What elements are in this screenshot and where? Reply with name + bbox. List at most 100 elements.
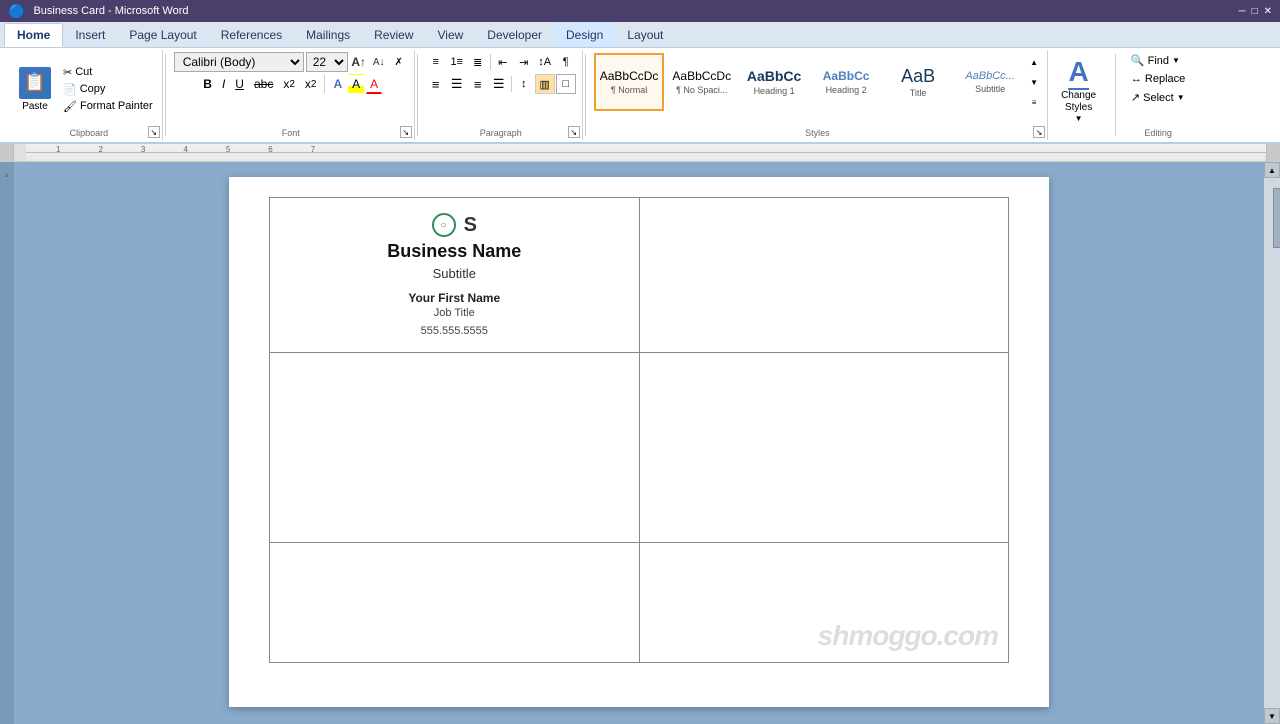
tab-design[interactable]: Design xyxy=(554,23,615,47)
tab-developer[interactable]: Developer xyxy=(475,23,554,47)
paste-button[interactable]: 📋 Paste xyxy=(10,52,60,126)
format-painter-icon: 🖌 xyxy=(63,100,77,113)
tab-insert[interactable]: Insert xyxy=(63,23,117,47)
styles-scroll-controls: ▲ ▼ ≡ xyxy=(1027,52,1041,112)
card-row-3: shmoggo.com xyxy=(270,543,1009,663)
text-effects-button[interactable]: A xyxy=(329,74,346,94)
card-empty-cell-2 xyxy=(270,353,640,543)
increase-indent-button[interactable]: ⇥ xyxy=(514,52,534,72)
phone-number: 555.555.5555 xyxy=(290,325,619,337)
tab-layout[interactable]: Layout xyxy=(615,23,675,47)
editing-group-label: Editing xyxy=(1118,128,1198,138)
border-button[interactable]: □ xyxy=(556,74,576,94)
style-title-name: Title xyxy=(910,88,927,98)
numbering-button[interactable]: 1≡ xyxy=(447,52,467,72)
shading-button[interactable]: ▥ xyxy=(535,74,555,94)
font-group: Calibri (Body) 22 A↑ A↓ ✗ B I U abc x2 x… xyxy=(168,50,415,140)
job-title: Job Title xyxy=(290,307,619,319)
font-expand-button[interactable]: ↘ xyxy=(400,126,412,138)
tab-view[interactable]: View xyxy=(426,23,476,47)
paragraph-row-1: ≡ 1≡ ≣ ⇤ ⇥ ↕A ¶ xyxy=(426,52,576,72)
strikethrough-button[interactable]: abc xyxy=(250,74,277,94)
sort-button[interactable]: ↕A xyxy=(535,52,555,72)
style-heading1-name: Heading 1 xyxy=(754,86,795,96)
editing-group: 🔍 Find ▼ ↔ Replace ↗ Select ▼ Editing xyxy=(1118,50,1198,140)
multilevel-button[interactable]: ≣ xyxy=(468,52,488,72)
style-heading2-name: Heading 2 xyxy=(826,85,867,95)
clipboard-expand-button[interactable]: ↘ xyxy=(148,126,160,138)
select-button[interactable]: ↗ Select ▼ xyxy=(1126,89,1190,106)
underline-button[interactable]: U xyxy=(231,74,248,94)
clear-formatting-button[interactable]: ✗ xyxy=(390,53,408,71)
card-main-cell: ○ S Business Name Subtitle Your First Na… xyxy=(270,198,640,353)
document-area[interactable]: ○ S Business Name Subtitle Your First Na… xyxy=(14,162,1264,724)
styles-more-button[interactable]: ≡ xyxy=(1027,93,1041,111)
cut-icon: ✂ xyxy=(63,66,72,79)
style-title-preview: AaB xyxy=(901,66,935,88)
main-area: ▲ ○ S Busin xyxy=(0,162,1280,724)
line-spacing-button[interactable]: ↕ xyxy=(514,74,534,94)
icon-letter: S xyxy=(464,214,477,237)
copy-icon: 📄 xyxy=(63,83,77,96)
card-empty-cell-4 xyxy=(270,543,640,663)
tab-references[interactable]: References xyxy=(209,23,294,47)
cut-button[interactable]: ✂ Cut xyxy=(60,65,156,80)
styles-scroll-down-button[interactable]: ▼ xyxy=(1027,73,1041,91)
style-heading1-button[interactable]: AaBbCc Heading 1 xyxy=(739,53,809,111)
style-subtitle-preview: AaBbCc... xyxy=(965,70,1015,83)
person-name: Your First Name xyxy=(290,291,619,305)
tab-home[interactable]: Home xyxy=(4,23,63,47)
replace-button[interactable]: ↔ Replace xyxy=(1126,71,1190,87)
style-normal-button[interactable]: AaBbCcDc ¶ Normal xyxy=(594,53,665,111)
style-no-spacing-name: ¶ No Spaci... xyxy=(676,85,727,95)
align-left-button[interactable]: ≡ xyxy=(426,74,446,94)
app-icon: 🔵 xyxy=(8,3,25,20)
paragraph-expand-button[interactable]: ↘ xyxy=(568,126,580,138)
format-painter-button[interactable]: 🖌 Format Painter xyxy=(60,99,156,114)
right-scrollbar[interactable]: ▲ ▼ xyxy=(1264,162,1280,724)
copy-button[interactable]: 📄 Copy xyxy=(60,82,156,97)
style-no-spacing-button[interactable]: AaBbCcDc ¶ No Spaci... xyxy=(666,53,737,111)
tab-mailings[interactable]: Mailings xyxy=(294,23,362,47)
window-controls[interactable]: ─ □ ✕ xyxy=(1238,6,1272,17)
ribbon-tabs: Home Insert Page Layout References Maili… xyxy=(0,22,1280,48)
decrease-indent-button[interactable]: ⇤ xyxy=(493,52,513,72)
font-grow-button[interactable]: A↑ xyxy=(350,53,368,71)
bold-button[interactable]: B xyxy=(199,74,216,94)
align-center-button[interactable]: ☰ xyxy=(447,74,467,94)
paste-label: Paste xyxy=(22,101,48,112)
text-highlight-button[interactable]: A xyxy=(348,74,364,94)
ribbon: 📋 Paste ✂ Cut 📄 Copy 🖌 Format Painter Cl… xyxy=(0,48,1280,144)
scroll-up-button[interactable]: ▲ xyxy=(1264,162,1280,178)
paragraph-group-label: Paragraph xyxy=(420,128,582,138)
italic-button[interactable]: I xyxy=(218,74,229,94)
doc-title: Business Card - Microsoft Word xyxy=(33,5,188,17)
change-styles-button[interactable]: A ChangeStyles ▼ xyxy=(1048,50,1113,140)
font-row-2: B I U abc x2 x2 A A A xyxy=(199,74,382,94)
font-color-button[interactable]: A xyxy=(366,74,382,94)
styles-expand-button[interactable]: ↘ xyxy=(1033,126,1045,138)
scrollbar-thumb[interactable] xyxy=(1273,188,1280,248)
tab-page-layout[interactable]: Page Layout xyxy=(117,23,208,47)
style-title-button[interactable]: AaB Title xyxy=(883,53,953,111)
bullets-button[interactable]: ≡ xyxy=(426,52,446,72)
find-button[interactable]: 🔍 Find ▼ xyxy=(1126,52,1185,69)
subscript-button[interactable]: x2 xyxy=(279,74,299,94)
style-normal-name: ¶ Normal xyxy=(611,85,647,95)
font-shrink-button[interactable]: A↓ xyxy=(370,53,388,71)
style-subtitle-button[interactable]: AaBbCc... Subtitle xyxy=(955,53,1025,111)
paragraph-row-2: ≡ ☰ ≡ ☰ ↕ ▥ □ xyxy=(426,74,576,94)
font-size-select[interactable]: 22 xyxy=(306,52,348,72)
style-subtitle-name: Subtitle xyxy=(975,84,1005,94)
styles-scroll-up-button[interactable]: ▲ xyxy=(1027,53,1041,71)
paste-icon: 📋 xyxy=(19,67,51,99)
scroll-down-button[interactable]: ▼ xyxy=(1264,708,1280,724)
superscript-button[interactable]: x2 xyxy=(301,74,321,94)
show-marks-button[interactable]: ¶ xyxy=(556,52,576,72)
business-subtitle: Subtitle xyxy=(290,266,619,281)
align-right-button[interactable]: ≡ xyxy=(468,74,488,94)
tab-review[interactable]: Review xyxy=(362,23,425,47)
style-heading2-button[interactable]: AaBbCc Heading 2 xyxy=(811,53,881,111)
font-family-select[interactable]: Calibri (Body) xyxy=(174,52,304,72)
justify-button[interactable]: ☰ xyxy=(489,74,509,94)
